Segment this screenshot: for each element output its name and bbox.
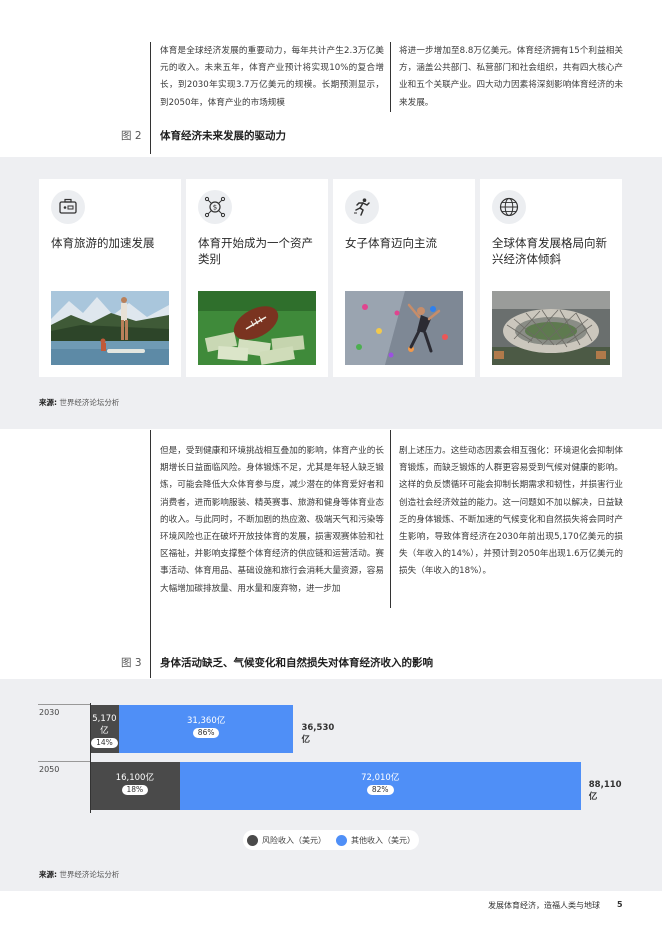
card-sports-asset-class: $ 体育开始成为一个资产类别 bbox=[186, 179, 328, 377]
legend-swatch-risk bbox=[247, 834, 258, 846]
legend-item-risk: 风险收入（美元） bbox=[247, 834, 326, 846]
figure2-label: 图 2 bbox=[121, 130, 142, 142]
paddleboard-lake-photo bbox=[51, 291, 169, 365]
figure3-label: 图 3 bbox=[121, 657, 142, 669]
card-sports-tourism: 体育旅游的加速发展 bbox=[39, 179, 181, 377]
card-emerging-economies: 全球体育发展格局向新兴经济体倾斜 bbox=[480, 179, 622, 377]
globe-icon bbox=[492, 190, 526, 224]
bar-value-label: 16,100亿 18% bbox=[90, 771, 180, 795]
card-title: 全球体育发展格局向新兴经济体倾斜 bbox=[492, 236, 607, 266]
figure2-source: 来源: 世界经济论坛分析 bbox=[39, 397, 119, 408]
category-label: 2050 bbox=[39, 765, 60, 774]
climbing-wall-photo bbox=[345, 291, 463, 365]
page-number: 5 bbox=[617, 900, 623, 909]
legend-label-other: 其他收入（美元） bbox=[351, 835, 415, 845]
bar-percent-pill: 82% bbox=[366, 785, 394, 795]
category-separator bbox=[38, 704, 90, 705]
bar-value: 31,360亿 bbox=[187, 716, 226, 726]
bar-total-label: 88,110亿 bbox=[588, 780, 622, 802]
legend-item-other: 其他收入（美元） bbox=[336, 834, 415, 846]
intro-divider-left bbox=[150, 42, 151, 154]
bar-value: 16,100亿 bbox=[115, 773, 154, 783]
bar-value-label: 5,170亿 14% bbox=[90, 714, 119, 748]
bar-percent-pill: 18% bbox=[121, 785, 149, 795]
stadium-aerial-photo bbox=[492, 291, 610, 365]
card-title: 体育开始成为一个资产类别 bbox=[198, 236, 313, 266]
body-divider-mid bbox=[390, 430, 391, 608]
source-text: 世界经济论坛分析 bbox=[59, 398, 120, 407]
body-divider-left bbox=[150, 430, 151, 678]
category-label: 2030 bbox=[39, 708, 60, 717]
card-title: 体育旅游的加速发展 bbox=[51, 236, 155, 250]
chart-axis-line bbox=[90, 703, 91, 813]
bar-total-label: 36,530亿 bbox=[301, 723, 335, 745]
body-left-column: 但是，受到健康和环境挑战相互叠加的影响，体育产业的长期增长日益面临风险。身体锻炼… bbox=[160, 446, 384, 594]
legend-swatch-other bbox=[336, 834, 347, 846]
figure3-source: 来源: 世界经济论坛分析 bbox=[39, 869, 119, 880]
source-label: 来源: bbox=[39, 398, 57, 407]
chart-legend: 风险收入（美元） 其他收入（美元） bbox=[243, 830, 419, 850]
footer-text: 发展体育经济，造福人类与地球 bbox=[488, 901, 600, 910]
bar-percent-pill: 14% bbox=[91, 738, 118, 748]
card-womens-sports: 女子体育迈向主流 bbox=[333, 179, 475, 377]
bar-value: 5,170亿 bbox=[92, 714, 117, 736]
bar-value-label: 72,010亿 82% bbox=[180, 771, 581, 795]
intro-left-column: 体育是全球经济发展的重要动力，每年共计产生2.3万亿美元的收入。未来五年，体育产… bbox=[160, 46, 384, 108]
body-right-column: 剧上述压力。这些动态因素会相互强化：环境退化会抑制体育锻炼，而缺乏锻炼的人群更容… bbox=[399, 446, 623, 577]
bar-percent-pill: 86% bbox=[192, 728, 220, 738]
legend-label-risk: 风险收入（美元） bbox=[262, 835, 326, 845]
figure2-title: 体育经济未来发展的驱动力 bbox=[160, 130, 286, 142]
category-separator bbox=[38, 761, 90, 762]
intro-divider-mid bbox=[390, 42, 391, 112]
figure3-title: 身体活动缺乏、气候变化和自然损失对体育经济收入的影响 bbox=[160, 657, 433, 669]
svg-text:$: $ bbox=[213, 204, 217, 212]
money-network-icon: $ bbox=[198, 190, 232, 224]
source-label: 来源: bbox=[39, 870, 57, 879]
suitcase-icon bbox=[51, 190, 85, 224]
runner-icon bbox=[345, 190, 379, 224]
bar-value-label: 31,360亿 86% bbox=[119, 714, 294, 738]
source-text: 世界经济论坛分析 bbox=[59, 870, 120, 879]
football-cash-photo bbox=[198, 291, 316, 365]
card-title: 女子体育迈向主流 bbox=[345, 236, 437, 250]
intro-right-column: 将进一步增加至8.8万亿美元。体育经济拥有15个利益相关方，涵盖公共部门、私营部… bbox=[399, 46, 623, 108]
bar-value: 72,010亿 bbox=[361, 773, 400, 783]
